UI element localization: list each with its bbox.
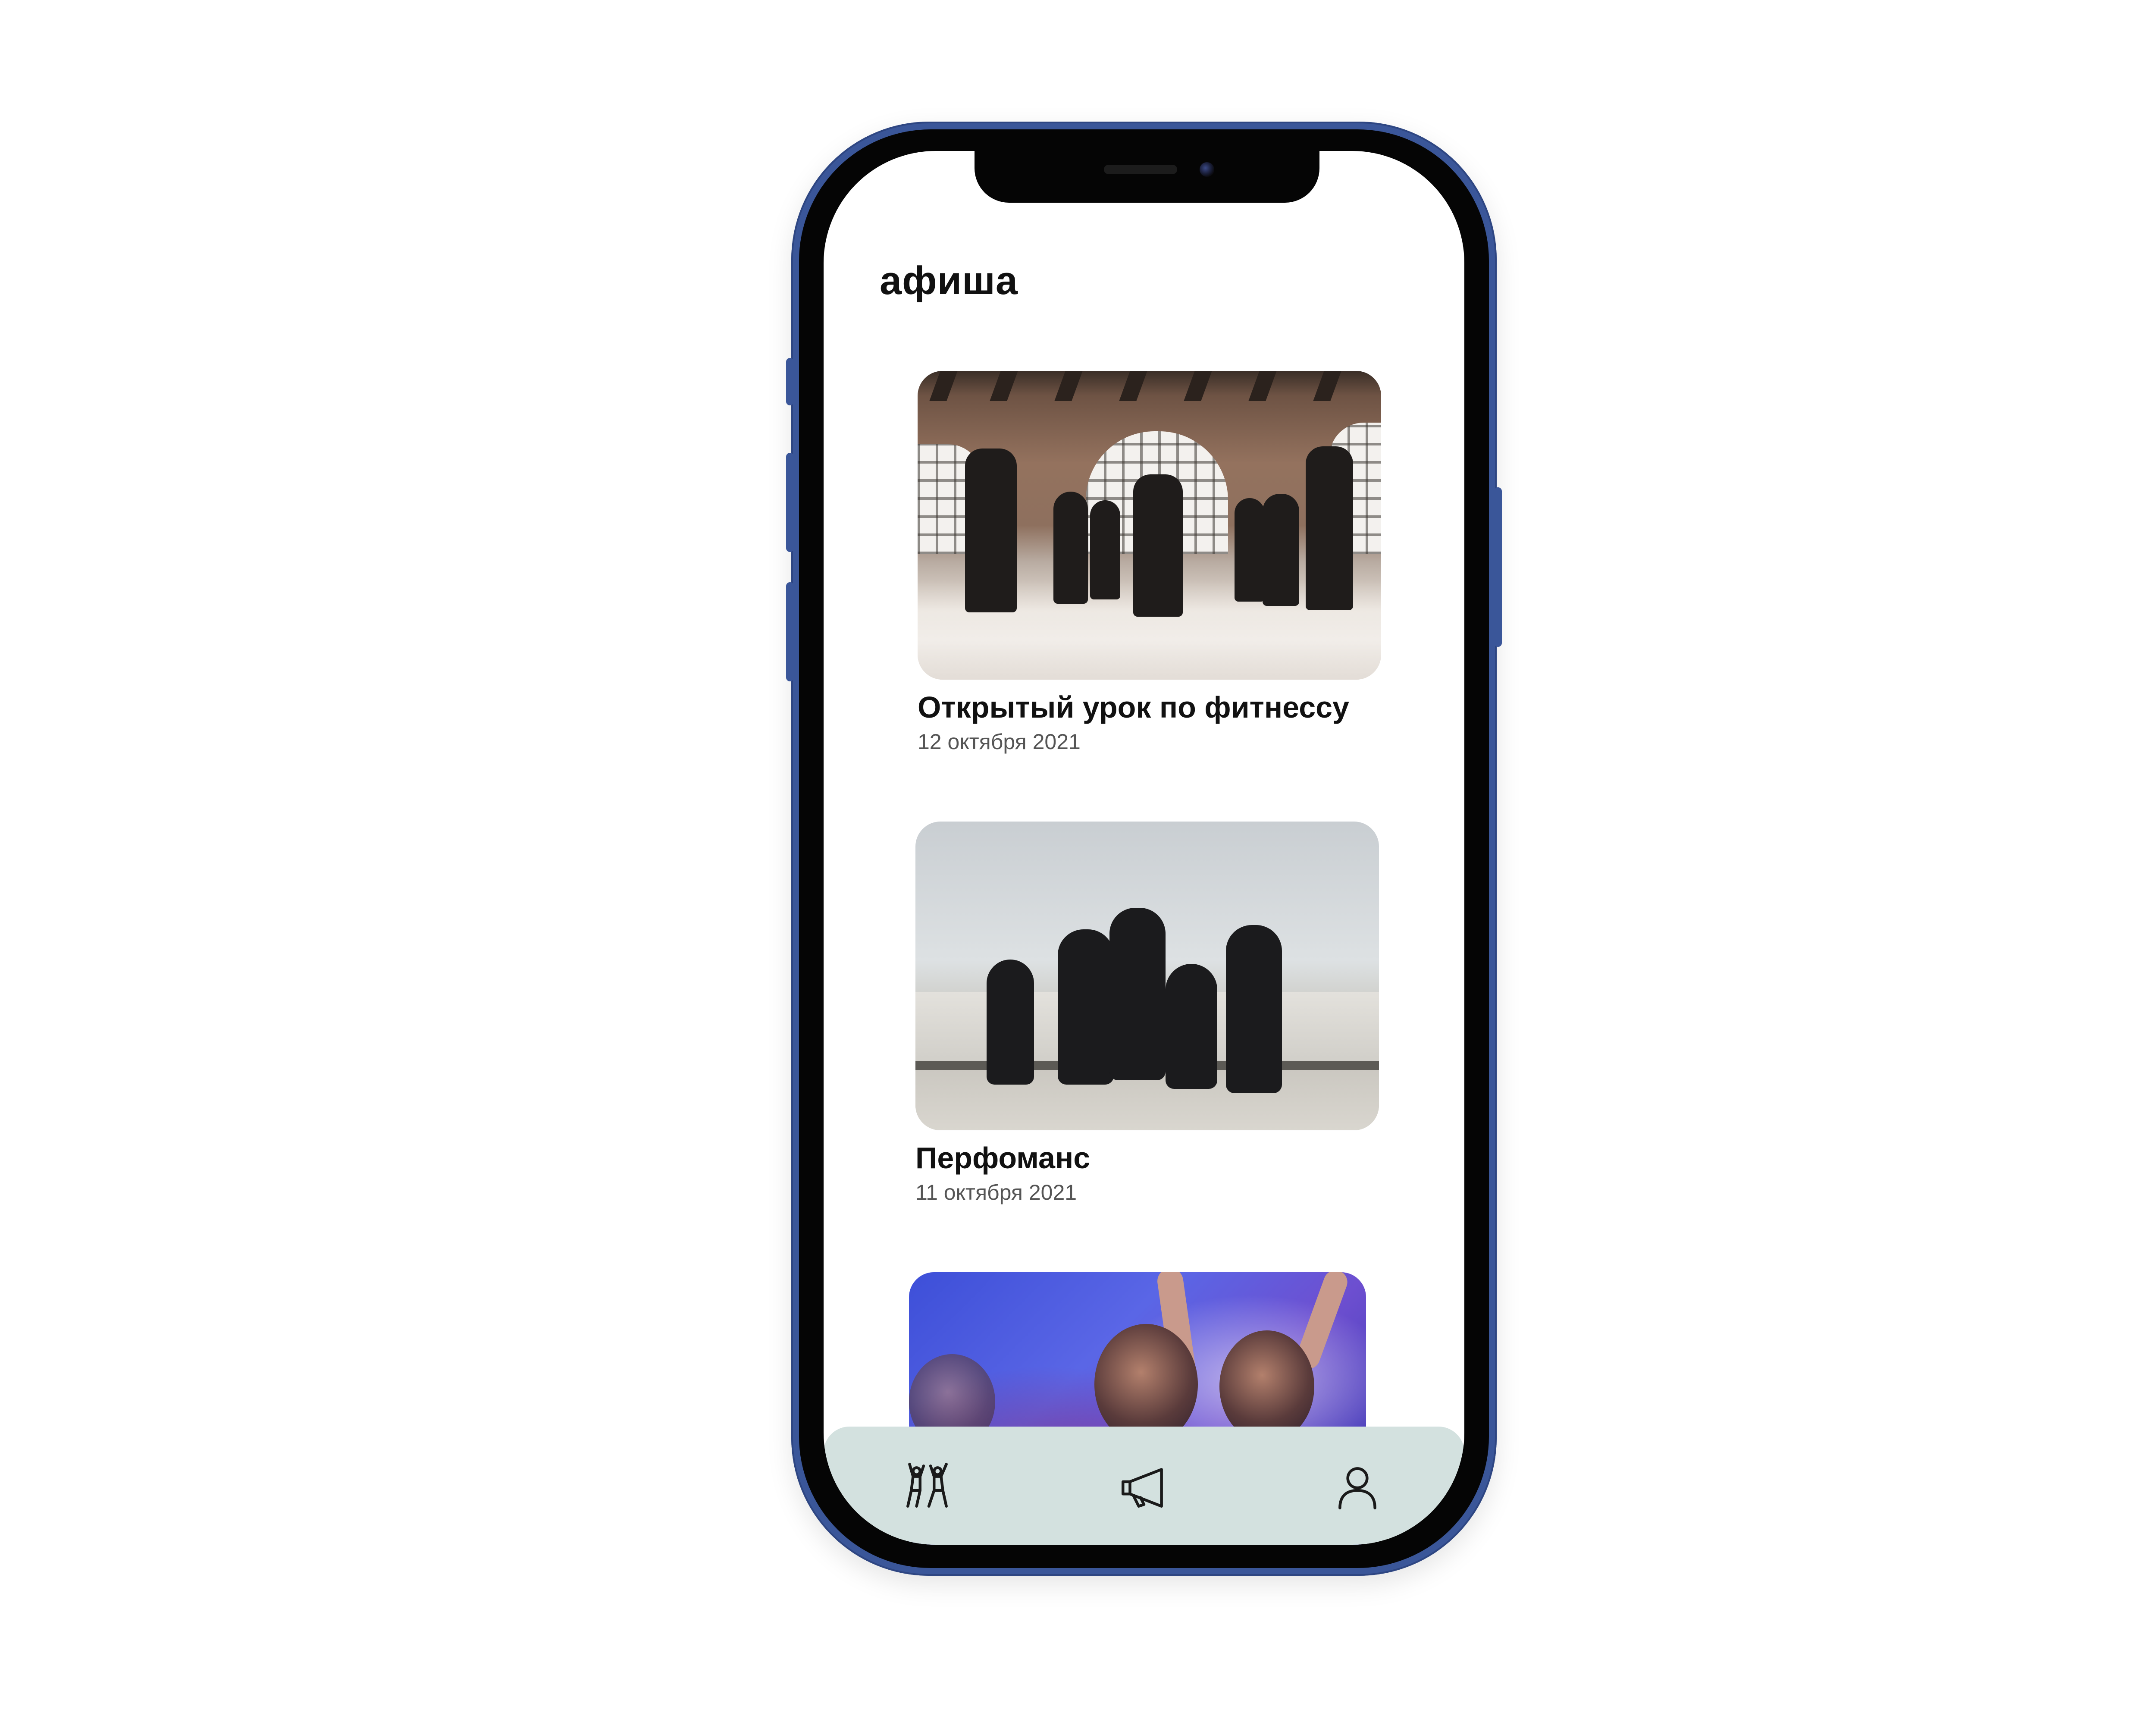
- athlete-figure: [1090, 500, 1120, 599]
- power-button: [1494, 487, 1502, 647]
- event-card[interactable]: Перфоманс 11 октября 2021: [915, 822, 1381, 1204]
- dancer-figure: [1109, 908, 1166, 1080]
- dancing-people-icon: [906, 1462, 948, 1508]
- megaphone-icon: [1122, 1468, 1163, 1508]
- dance-performance-photo[interactable]: [915, 822, 1379, 1130]
- bottom-tab-bar: [824, 1427, 1464, 1545]
- athlete-figure: [965, 448, 1017, 612]
- ceiling-beam: [1184, 371, 1212, 401]
- dancer-figure: [987, 960, 1034, 1085]
- speaker-grille: [1104, 165, 1177, 174]
- mute-switch: [786, 358, 794, 405]
- event-title[interactable]: Перфоманс: [915, 1142, 1381, 1175]
- athlete-figure: [1053, 492, 1088, 604]
- event-date: 12 октября 2021: [918, 730, 1081, 754]
- ceiling-beam: [990, 371, 1018, 401]
- athlete-figure: [1235, 498, 1265, 602]
- event-date: 11 октября 2021: [915, 1180, 1077, 1204]
- volume-up-button: [786, 453, 794, 552]
- tab-profile[interactable]: [1323, 1457, 1392, 1517]
- dancer-figure: [1226, 925, 1282, 1093]
- athlete-figure: [1306, 446, 1353, 610]
- concertgoer: [1219, 1330, 1314, 1443]
- event-card[interactable]: Открытый урок по фитнессу 12 октября 202…: [918, 371, 1383, 754]
- dancer-figure: [1166, 964, 1217, 1089]
- front-camera: [1200, 162, 1214, 177]
- volume-down-button: [786, 582, 794, 681]
- tab-announcements[interactable]: [1109, 1457, 1178, 1517]
- fitness-class-photo[interactable]: [918, 371, 1381, 680]
- user-profile-icon: [1338, 1467, 1376, 1509]
- tab-events[interactable]: [893, 1457, 962, 1517]
- ceiling-beam: [1248, 371, 1277, 401]
- page-title: афиша: [880, 259, 1018, 303]
- athlete-figure: [1263, 494, 1299, 606]
- app-screen: афиша Открытый урок по фитнессу 12 октяб…: [824, 151, 1464, 1545]
- notch: [975, 151, 1319, 203]
- ceiling-beam: [1119, 371, 1147, 401]
- ceiling-beam: [1313, 371, 1341, 401]
- ceiling-beam: [1054, 371, 1083, 401]
- athlete-figure: [1133, 474, 1183, 617]
- ceiling-beam: [929, 371, 958, 401]
- dancer-figure: [1058, 929, 1114, 1085]
- event-title[interactable]: Открытый урок по фитнессу: [918, 691, 1383, 724]
